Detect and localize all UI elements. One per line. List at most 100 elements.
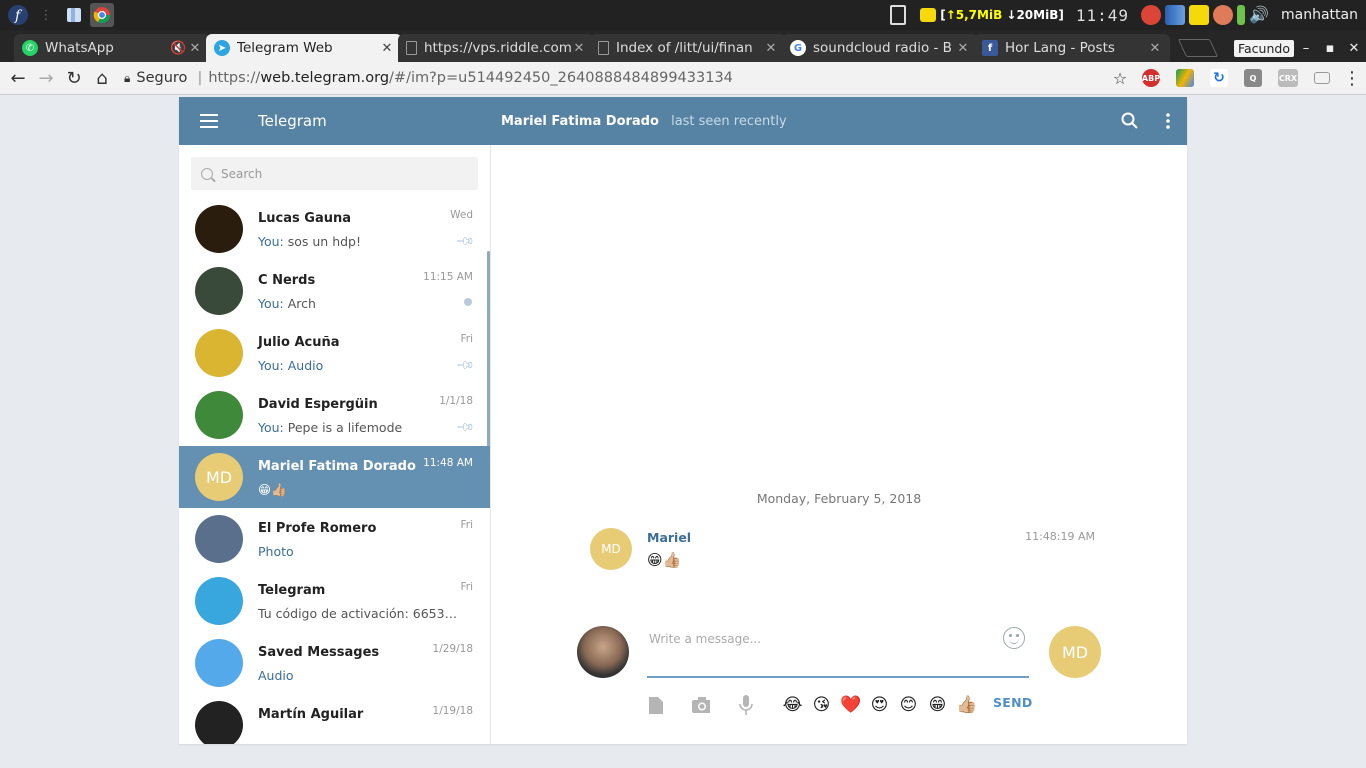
dialog-item[interactable]: Telegram Fri Tu código de activación: 6653… xyxy=(179,570,490,632)
dialog-avatar[interactable] xyxy=(195,701,243,744)
search-input[interactable]: Search xyxy=(191,157,478,190)
battery-icon[interactable] xyxy=(1237,5,1246,25)
attach-file-icon[interactable] xyxy=(647,696,665,714)
dialog-avatar[interactable] xyxy=(195,515,243,563)
dialog-avatar[interactable] xyxy=(195,391,243,439)
close-tab-icon[interactable]: ✕ xyxy=(380,41,394,56)
dialog-name: El Profe Romero xyxy=(258,521,377,536)
send-button[interactable]: SEND xyxy=(993,695,1033,710)
back-button[interactable]: ← xyxy=(4,64,32,92)
quick-emoji-button[interactable]: 😂 xyxy=(782,695,803,715)
new-tab-button[interactable] xyxy=(1177,39,1219,57)
tab-telegram[interactable]: ➤ Telegram Web ✕ xyxy=(206,34,402,62)
close-tab-icon[interactable]: ✕ xyxy=(764,41,778,56)
microphone-icon[interactable] xyxy=(737,695,755,715)
facebook-favicon-icon: f xyxy=(982,40,998,56)
address-bar[interactable]: 🔒︎ Seguro | https://web.telegram.org/#/i… xyxy=(124,65,1106,91)
username[interactable]: manhattan xyxy=(1281,7,1358,23)
bookmark-star-icon[interactable]: ☆ xyxy=(1106,64,1134,92)
volume-icon[interactable]: 🔊 xyxy=(1249,5,1271,25)
dialog-preview: You: Audio xyxy=(258,358,324,373)
maximize-icon[interactable]: ▪ xyxy=(1318,41,1342,56)
dialog-name: Julio Acuña xyxy=(258,335,340,350)
file-manager-icon[interactable] xyxy=(62,3,86,27)
composer: Write a message... MD 😂 😘 ❤️ 😍 😊 😁 👍🏼 SEND xyxy=(577,623,1105,733)
chrome-tray-icon[interactable] xyxy=(1141,5,1162,25)
peer-avatar[interactable]: MD xyxy=(1049,626,1101,678)
close-tab-icon[interactable]: ✕ xyxy=(956,41,970,56)
tab-facebook[interactable]: f Hor Lang - Posts ✕ xyxy=(974,34,1170,62)
dialog-preview: Audio xyxy=(258,668,294,683)
dialog-avatar[interactable] xyxy=(195,639,243,687)
message-input[interactable]: Write a message... xyxy=(647,623,1029,678)
lightbulb-icon[interactable] xyxy=(1213,5,1234,25)
tab-title: Index of /litt/ui/finan xyxy=(616,40,753,56)
close-tab-icon[interactable]: ✕ xyxy=(572,41,586,56)
dialog-item[interactable]: MD Mariel Fatima Dorado 11:48 AM 😁👍🏼 xyxy=(179,446,490,508)
close-window-icon[interactable]: ✕ xyxy=(1342,41,1366,56)
tab-index-litt[interactable]: Index of /litt/ui/finan ✕ xyxy=(590,34,786,62)
hamburger-menu-icon[interactable] xyxy=(179,97,239,145)
dialog-avatar[interactable] xyxy=(195,205,243,253)
mute-icon[interactable]: 🔇 xyxy=(170,41,186,56)
quick-emoji-button[interactable]: 😊 xyxy=(898,695,919,715)
tab-soundcloud[interactable]: G soundcloud radio - B ✕ xyxy=(782,34,978,62)
sync-icon[interactable]: ↻ xyxy=(1210,69,1228,87)
dialog-avatar[interactable] xyxy=(195,577,243,625)
google-drive-icon[interactable] xyxy=(1176,69,1194,87)
chrome-launcher-icon[interactable] xyxy=(90,3,114,27)
reload-button[interactable]: ↻ xyxy=(60,64,88,92)
peer-info[interactable]: Mariel Fatima Dorado last seen recently xyxy=(501,114,787,129)
emoji-picker-icon[interactable] xyxy=(1003,627,1025,649)
message-author[interactable]: Mariel xyxy=(647,530,1025,545)
chat-panel: Monday, February 5, 2018 MD Mariel 😁👍🏼 1… xyxy=(491,145,1187,744)
q-extension-icon[interactable]: Q xyxy=(1244,69,1262,87)
notes-tray-icon[interactable] xyxy=(1189,5,1210,25)
signal-icon[interactable] xyxy=(1165,5,1186,25)
telegram-app: Telegram Mariel Fatima Dorado last seen … xyxy=(179,97,1187,744)
close-tab-icon[interactable]: ✕ xyxy=(188,41,202,56)
my-avatar[interactable] xyxy=(577,626,629,678)
dialog-item[interactable]: Julio Acuña Fri You: Audio 📌︎ xyxy=(179,322,490,384)
quick-emoji-button[interactable]: 😍 xyxy=(869,695,890,715)
dialog-item[interactable]: C Nerds 11:15 AM You: Arch xyxy=(179,260,490,322)
peer-name[interactable]: Mariel Fatima Dorado xyxy=(501,114,659,129)
dialog-item[interactable]: Lucas Gauna Wed You: sos un hdp! 📌︎ xyxy=(179,198,490,260)
message-time: 11:48:19 AM xyxy=(1025,530,1095,543)
net-speed: [↑5,7MiB ↓20MiB] xyxy=(940,8,1064,22)
dialog-date: Fri xyxy=(460,519,473,531)
dialog-item[interactable]: Saved Messages 1/29/18 Audio xyxy=(179,632,490,694)
quick-emoji-button[interactable]: ❤️ xyxy=(840,695,861,715)
message-avatar[interactable]: MD xyxy=(590,528,632,570)
dialog-item[interactable]: Martín Aguilar 1/19/18 xyxy=(179,694,490,744)
more-options-icon[interactable] xyxy=(1165,112,1171,130)
clipboard-icon[interactable] xyxy=(890,5,907,25)
camera-icon[interactable] xyxy=(692,696,710,714)
quick-emoji-button[interactable]: 😁 xyxy=(927,695,948,715)
home-button[interactable]: ⌂ xyxy=(88,64,116,92)
crx-extension-icon[interactable]: CRX xyxy=(1278,69,1298,87)
adblock-icon[interactable]: ABP xyxy=(1142,69,1160,87)
fedora-menu-icon[interactable]: f xyxy=(6,3,30,27)
dialog-avatar[interactable] xyxy=(195,329,243,377)
notes-icon[interactable] xyxy=(920,8,937,22)
cast-icon[interactable] xyxy=(1314,72,1330,84)
address-separator: | xyxy=(197,70,203,86)
dialog-date: 1/19/18 xyxy=(432,705,473,717)
quick-emoji-button[interactable]: 😘 xyxy=(811,695,832,715)
tab-vps-riddle[interactable]: https://vps.riddle.com ✕ xyxy=(398,34,594,62)
profile-button[interactable]: Facundo xyxy=(1233,39,1294,57)
dialog-avatar[interactable] xyxy=(195,267,243,315)
page-favicon-icon xyxy=(406,41,417,55)
chrome-menu-icon[interactable]: ⋮ xyxy=(1338,64,1366,92)
message[interactable]: MD Mariel 😁👍🏼 11:48:19 AM xyxy=(590,528,1095,570)
close-tab-icon[interactable]: ✕ xyxy=(1148,41,1162,56)
dialog-avatar[interactable]: MD xyxy=(195,453,243,501)
forward-button[interactable]: → xyxy=(32,64,60,92)
tab-whatsapp[interactable]: ✆ WhatsApp 🔇 ✕ xyxy=(14,34,210,62)
quick-emoji-button[interactable]: 👍🏼 xyxy=(956,695,977,715)
minimize-icon[interactable]: – xyxy=(1294,41,1318,56)
dialog-item[interactable]: El Profe Romero Fri Photo xyxy=(179,508,490,570)
search-icon[interactable] xyxy=(1121,112,1139,130)
dialog-item[interactable]: David Espergüin 1/1/18 You: Pepe is a life… xyxy=(179,384,490,446)
